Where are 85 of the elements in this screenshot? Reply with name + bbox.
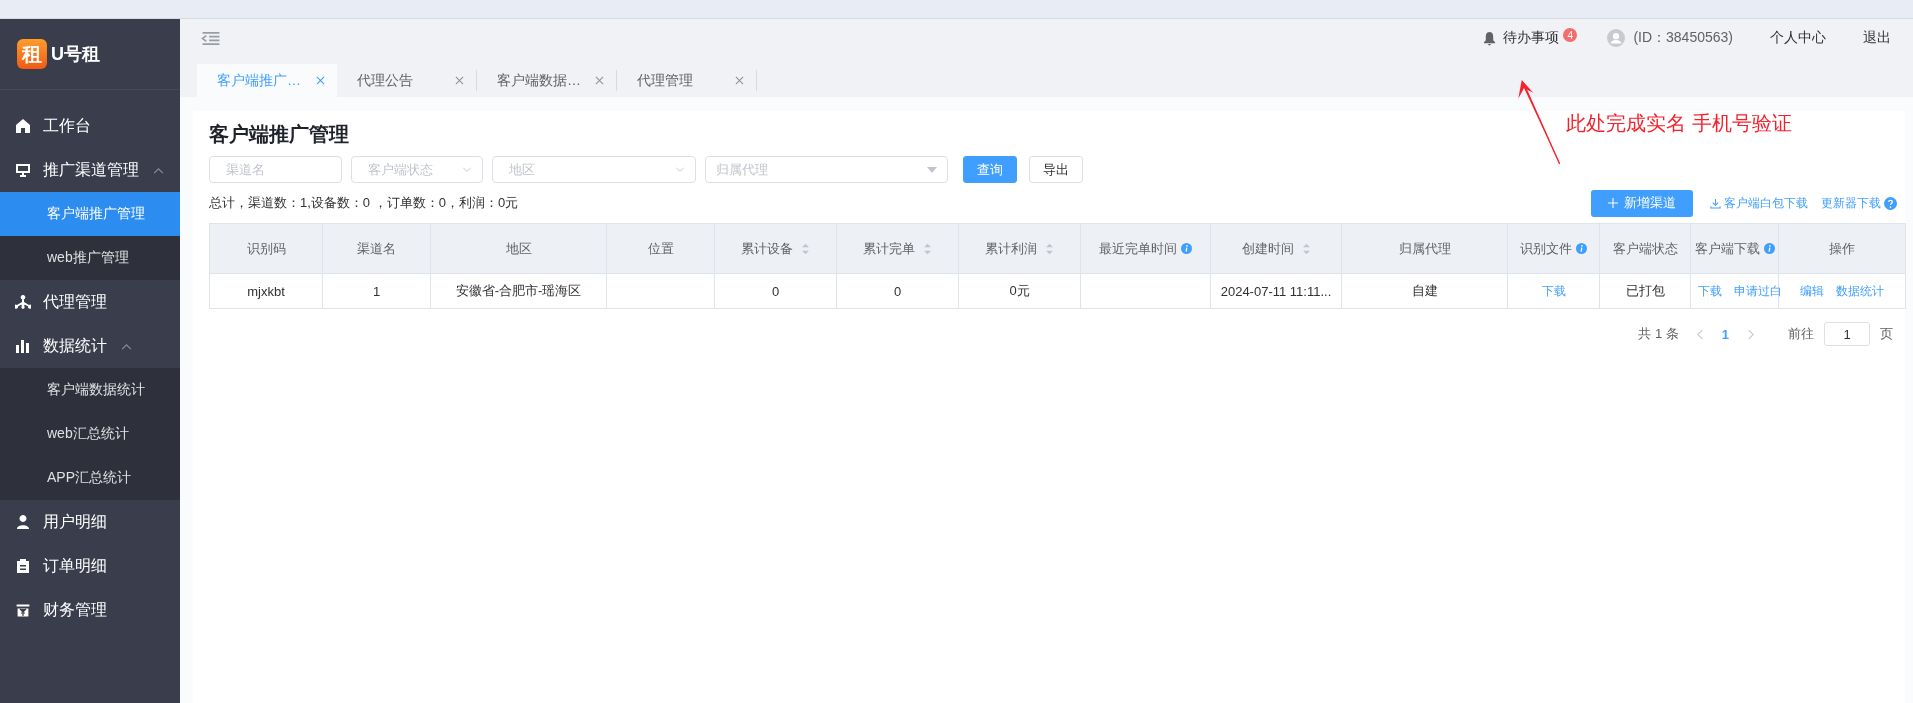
table-cell: 1 [372, 283, 381, 299]
table-cell: 0 [893, 283, 902, 299]
menu-item[interactable]: 数据统计 [0, 324, 180, 368]
table-cell: 已打包 [1625, 283, 1665, 298]
count-badge: 4 [1563, 28, 1578, 42]
monitor-icon [15, 162, 31, 178]
column-header: 识别文件 [1507, 223, 1600, 274]
menu-item[interactable]: 财务管理 [0, 588, 180, 632]
column-header: 位置 [606, 223, 715, 274]
summary-text: 总计，渠道数：1,设备数：0 ，订单数：0，利润：0元 [209, 194, 519, 212]
download-icon [1710, 197, 1721, 209]
previous-icon[interactable] [1696, 328, 1704, 340]
table-cell: mjxkbt [247, 283, 285, 299]
column-header: 最近完单时间 [1080, 223, 1211, 274]
info-icon [1763, 243, 1775, 254]
sort-icon[interactable] [801, 242, 810, 255]
user-id: (ID：38450563) [1633, 29, 1733, 47]
column-header: 累计完单 [836, 223, 959, 274]
chevron-icon [462, 166, 472, 173]
menu-item[interactable]: 用户明细 [0, 500, 180, 544]
bell-icon[interactable] [1483, 30, 1497, 46]
home-icon [15, 118, 31, 134]
column-header: 累计设备 [714, 223, 837, 274]
submenu-item[interactable]: web汇总统计 [0, 412, 180, 456]
page-tab[interactable]: 代理管理 [617, 70, 757, 91]
page-title: 客户端推广管理 [209, 122, 349, 147]
column-header: 累计利润 [958, 223, 1081, 274]
chevron-icon [153, 166, 164, 174]
chevron-icon [121, 342, 132, 350]
table-cell: 0元 [1009, 283, 1030, 298]
sort-icon[interactable] [1045, 242, 1054, 255]
logo-icon: 租 [17, 39, 47, 69]
column-header: 客户端下载 [1690, 223, 1779, 274]
plus-icon [1608, 198, 1618, 208]
table-cell: 自建 [1411, 283, 1438, 298]
menu-item[interactable]: 工作台 [0, 104, 180, 148]
clipboard-icon [15, 558, 31, 574]
goto-label: 前往 [1788, 325, 1814, 343]
menu-item[interactable]: 订单明细 [0, 544, 180, 588]
bars-icon [15, 338, 31, 354]
close-icon[interactable] [595, 76, 604, 85]
sort-icon[interactable] [923, 242, 932, 255]
page-unit: 页 [1880, 325, 1893, 343]
avatar-icon[interactable] [1607, 29, 1626, 47]
column-header: 客户端状态 [1599, 223, 1691, 274]
close-icon[interactable] [316, 76, 325, 85]
caret-icon [927, 166, 937, 173]
help-icon [1884, 196, 1897, 210]
annotation-text: 此处完成实名 手机号验证 [1566, 111, 1792, 136]
org-icon [15, 294, 31, 310]
page-tab[interactable]: 客户端数据… [477, 70, 617, 91]
table-cell: 0 [771, 283, 780, 299]
table-cell: 2024-07-11 11:11... [1220, 283, 1332, 299]
table-cell: 安徽省-合肥市-瑶海区 [455, 283, 582, 298]
column-header: 地区 [430, 223, 607, 274]
header-link[interactable]: 退出 [1863, 29, 1891, 47]
submenu-item[interactable]: APP汇总统计 [0, 456, 180, 500]
submenu-item[interactable]: 客户端数据统计 [0, 368, 180, 412]
column-header: 创建时间 [1210, 223, 1342, 274]
close-icon[interactable] [455, 76, 464, 85]
info-icon [1181, 243, 1192, 254]
header-link[interactable]: 个人中心 [1770, 29, 1826, 47]
sort-icon[interactable] [1301, 242, 1311, 255]
user-icon [15, 514, 31, 530]
chevron-icon [675, 166, 685, 173]
logo-text: U号租 [51, 43, 100, 66]
total-count: 共 1 条 [1638, 325, 1679, 343]
menu-icon[interactable] [201, 30, 221, 46]
action-button[interactable]: 导出 [1029, 156, 1083, 183]
page-tab[interactable]: 代理公告 [337, 70, 477, 91]
submenu-item[interactable]: 客户端推广管理 [0, 192, 180, 236]
column-header: 识别码 [209, 223, 323, 274]
input-field[interactable]: 渠道名 [209, 156, 342, 183]
next-icon[interactable] [1747, 328, 1754, 340]
menu-item[interactable]: 推广渠道管理 [0, 148, 180, 192]
submenu-item[interactable]: web推广管理 [0, 236, 180, 280]
close-icon[interactable] [735, 76, 744, 85]
info-icon [1576, 243, 1587, 254]
column-header: 渠道名 [322, 223, 431, 274]
page-input[interactable]: 1 [1824, 322, 1870, 346]
column-header: 归属代理 [1341, 223, 1508, 274]
money-icon [15, 602, 31, 618]
todo-link[interactable]: 待办事项 [1503, 29, 1560, 47]
column-header: 操作 [1778, 223, 1906, 274]
menu-item[interactable]: 代理管理 [0, 280, 180, 324]
